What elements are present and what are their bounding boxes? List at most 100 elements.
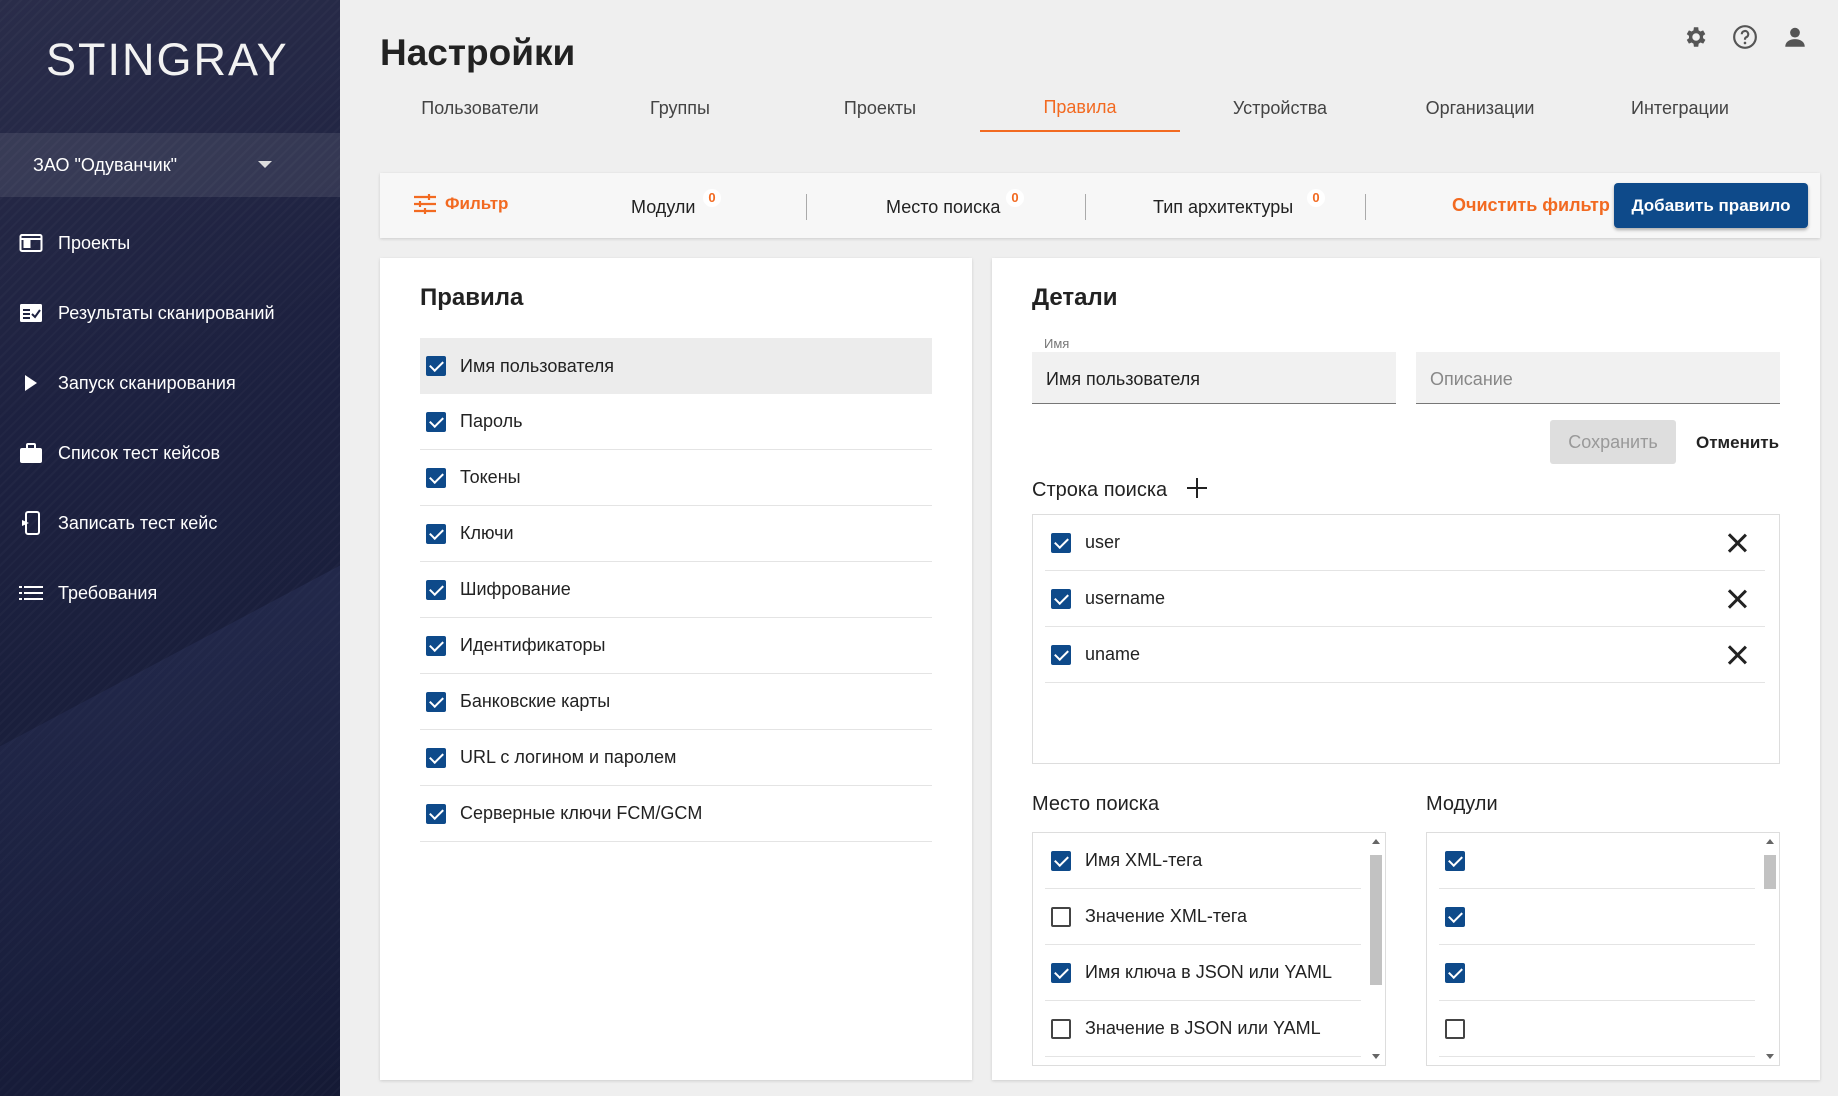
org-selector[interactable]: ЗАО "Одуванчик" [0, 133, 340, 197]
rule-item[interactable]: Имя пользователя [420, 338, 932, 394]
scrollbar-thumb[interactable] [1764, 855, 1776, 889]
checkbox[interactable] [426, 467, 446, 488]
close-icon[interactable] [1727, 645, 1747, 665]
sidebar-item-label: Запуск сканирования [58, 372, 236, 393]
scrollbar-thumb[interactable] [1370, 855, 1382, 985]
tab-projects[interactable]: Проекты [780, 84, 980, 132]
rule-label: Серверные ключи FCM/GCM [460, 803, 703, 823]
sidebar-item-label: Требования [58, 582, 158, 603]
checkbox[interactable] [426, 635, 446, 656]
filter-place[interactable]: Место поиска 0 [886, 189, 1024, 218]
place-item[interactable]: Имя XML-тега [1045, 833, 1361, 889]
checkbox[interactable] [1051, 850, 1071, 871]
place-item[interactable]: Значение в JSON или YAML [1045, 1001, 1361, 1057]
sidebar-item-projects[interactable]: Проекты [0, 208, 340, 278]
sidebar-item-record-test-case[interactable]: Записать тест кейс [0, 488, 340, 558]
name-field[interactable]: Имя Имя пользователя [1032, 336, 1396, 404]
sidebar-item-label: Список тест кейсов [58, 442, 221, 463]
filter-sliders-icon [414, 194, 436, 214]
tab-devices[interactable]: Устройства [1180, 84, 1380, 132]
scroll-down-icon[interactable] [1372, 1054, 1380, 1059]
rule-item[interactable]: Шифрование [420, 562, 932, 618]
checkbox[interactable] [426, 356, 446, 376]
checkbox[interactable] [1051, 588, 1071, 609]
scan-results-icon [18, 302, 44, 324]
place-item[interactable]: Значение XML-тега [1045, 889, 1361, 945]
filter-arch[interactable]: Тип архитектуры 0 [1153, 189, 1325, 218]
gear-icon[interactable] [1680, 22, 1710, 52]
divider [1365, 194, 1366, 220]
sidebar-item-label: Проекты [58, 232, 131, 253]
checkbox[interactable] [426, 747, 446, 768]
close-icon[interactable] [1727, 589, 1747, 609]
user-icon[interactable] [1780, 22, 1810, 52]
details-title: Детали [1032, 284, 1118, 311]
filter-modules-count: 0 [703, 189, 721, 207]
sidebar-item-scan-results[interactable]: Результаты сканирований [0, 278, 340, 348]
search-string-row[interactable]: user [1045, 515, 1765, 571]
scroll-up-icon[interactable] [1766, 839, 1774, 844]
module-item[interactable] [1439, 1001, 1755, 1057]
checkbox[interactable] [1445, 906, 1465, 927]
checkbox[interactable] [1445, 850, 1465, 871]
checkbox[interactable] [1051, 644, 1071, 665]
rule-item[interactable]: Токены [420, 450, 932, 506]
close-icon[interactable] [1727, 533, 1747, 553]
scrollbar[interactable] [1763, 835, 1777, 1063]
checkbox[interactable] [1051, 1018, 1071, 1039]
scrollbar[interactable] [1369, 835, 1383, 1063]
modules-list [1426, 832, 1780, 1066]
help-icon[interactable] [1730, 22, 1760, 52]
checkbox[interactable] [1445, 1018, 1465, 1039]
search-strings-box: user username uname [1032, 514, 1780, 764]
rule-item[interactable]: Пароль [420, 394, 932, 450]
scroll-down-icon[interactable] [1766, 1054, 1774, 1059]
checkbox[interactable] [1051, 962, 1071, 983]
add-rule-button[interactable]: Добавить правило [1614, 183, 1808, 228]
filter-modules-label: Модули [631, 197, 696, 217]
rule-item[interactable]: URL с логином и паролем [420, 730, 932, 786]
cancel-button[interactable]: Отменить [1696, 433, 1779, 453]
save-button[interactable]: Сохранить [1550, 420, 1676, 464]
tab-groups[interactable]: Группы [580, 84, 780, 132]
place-label: Место поиска [1032, 793, 1160, 815]
filter-button[interactable]: Фильтр [413, 193, 508, 215]
checkbox[interactable] [426, 523, 446, 544]
tab-rules[interactable]: Правила [980, 84, 1180, 132]
module-item[interactable] [1439, 889, 1755, 945]
tab-users[interactable]: Пользователи [380, 84, 580, 132]
clear-filter-button[interactable]: Очистить фильтр [1452, 195, 1610, 216]
filter-bar: Фильтр Модули 0 Место поиска 0 Тип архит… [380, 173, 1820, 238]
sidebar-item-test-cases[interactable]: Список тест кейсов [0, 418, 340, 488]
search-string-value: uname [1085, 644, 1141, 664]
sidebar-item-requirements[interactable]: Требования [0, 558, 340, 628]
description-field[interactable]: Описание [1416, 352, 1780, 404]
rule-item[interactable]: Идентификаторы [420, 618, 932, 674]
checkbox[interactable] [1051, 532, 1071, 553]
search-string-row[interactable]: username [1045, 571, 1765, 627]
module-item[interactable] [1439, 833, 1755, 889]
checkbox[interactable] [426, 411, 446, 432]
checkbox[interactable] [1445, 962, 1465, 983]
filter-place-label: Место поиска [886, 197, 1001, 217]
rule-item[interactable]: Серверные ключи FCM/GCM [420, 786, 932, 842]
rule-item[interactable]: Банковские карты [420, 674, 932, 730]
tab-organizations[interactable]: Организации [1380, 84, 1580, 132]
tab-integrations[interactable]: Интеграции [1580, 84, 1780, 132]
checkbox[interactable] [1051, 906, 1071, 927]
checkbox[interactable] [426, 691, 446, 712]
scroll-up-icon[interactable] [1372, 839, 1380, 844]
place-item[interactable]: Имя ключа в JSON или YAML [1045, 945, 1361, 1001]
rule-item[interactable]: Ключи [420, 506, 932, 562]
checkbox[interactable] [426, 579, 446, 600]
sidebar-item-run-scan[interactable]: Запуск сканирования [0, 348, 340, 418]
place-label-text: Имя ключа в JSON или YAML [1085, 962, 1332, 982]
add-search-string-icon[interactable] [1186, 477, 1208, 499]
filter-modules[interactable]: Модули 0 [631, 189, 721, 218]
checkbox[interactable] [426, 803, 446, 824]
caret-down-icon [258, 161, 272, 168]
sidebar-nav: Проекты Результаты сканирований Запуск с… [0, 208, 340, 628]
module-item[interactable] [1439, 945, 1755, 1001]
search-string-row[interactable]: uname [1045, 627, 1765, 683]
top-icons [1680, 22, 1810, 52]
